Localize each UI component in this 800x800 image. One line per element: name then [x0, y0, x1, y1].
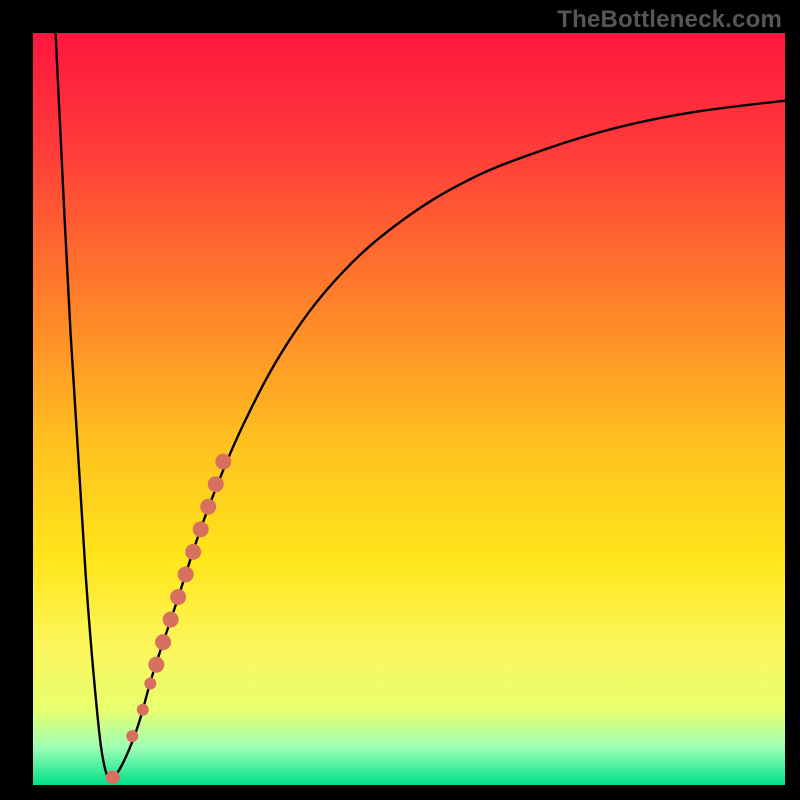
data-point — [193, 521, 209, 537]
data-point — [215, 454, 231, 470]
data-point — [144, 677, 156, 689]
data-point — [163, 612, 179, 628]
data-point — [148, 657, 164, 673]
data-point — [106, 770, 120, 784]
data-point — [185, 544, 201, 560]
data-point — [137, 704, 149, 716]
data-points-group — [106, 454, 232, 785]
data-point — [170, 589, 186, 605]
watermark-label: TheBottleneck.com — [557, 6, 782, 34]
data-point — [208, 476, 224, 492]
chart-svg — [33, 33, 785, 785]
data-point — [200, 499, 216, 515]
chart-frame: TheBottleneck.com — [0, 0, 800, 800]
data-point — [126, 730, 138, 742]
bottleneck-curve — [56, 33, 785, 778]
data-point — [155, 634, 171, 650]
plot-area — [33, 33, 785, 785]
data-point — [178, 566, 194, 582]
